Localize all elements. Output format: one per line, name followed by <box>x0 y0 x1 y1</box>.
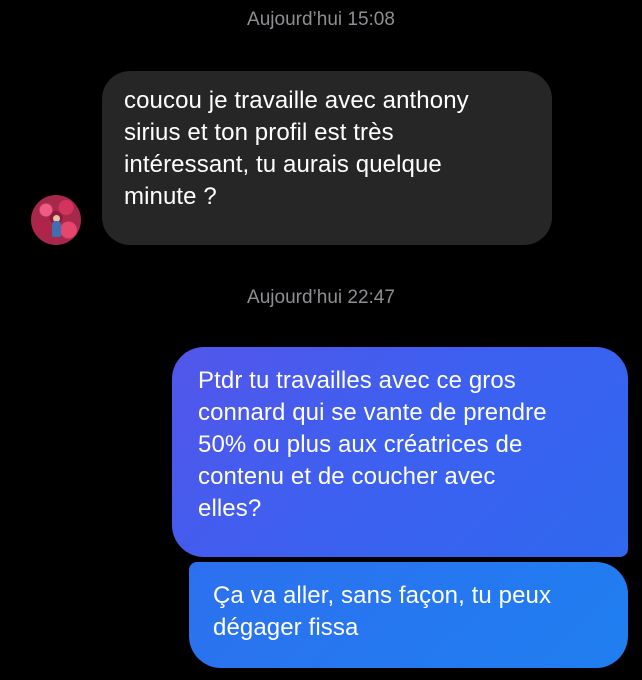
outgoing-message-bubble[interactable]: Ptdr tu travailles avec ce gros connard … <box>172 347 628 557</box>
message-text-line: minute ? <box>124 183 217 210</box>
timestamp: Aujourd’hui 22:47 <box>247 287 395 308</box>
message-text-line: connard qui se vante de prendre <box>198 399 547 426</box>
timestamp: Aujourd’hui 15:08 <box>247 9 395 30</box>
message-text-line: sirius et ton profil est très <box>124 119 394 146</box>
incoming-message-bubble[interactable]: coucou je travaille avec anthony sirius … <box>102 71 552 245</box>
message-text-line: dégager fissa <box>213 614 359 641</box>
sender-avatar[interactable] <box>31 195 81 245</box>
message-text-line: contenu et de coucher avec <box>198 463 496 490</box>
message-text-line: 50% ou plus aux créatrices de <box>198 431 523 458</box>
message-text-line: Ça va aller, sans façon, tu peux <box>213 582 552 609</box>
message-text-line: elles? <box>198 495 262 522</box>
outgoing-message-bubble[interactable]: Ça va aller, sans façon, tu peux dégager… <box>189 562 628 668</box>
message-text-line: intéressant, tu aurais quelque <box>124 151 442 178</box>
avatar-person-body <box>52 221 61 237</box>
message-text-line: Ptdr tu travailles avec ce gros <box>198 367 516 394</box>
message-text-line: coucou je travaille avec anthony <box>124 87 469 114</box>
